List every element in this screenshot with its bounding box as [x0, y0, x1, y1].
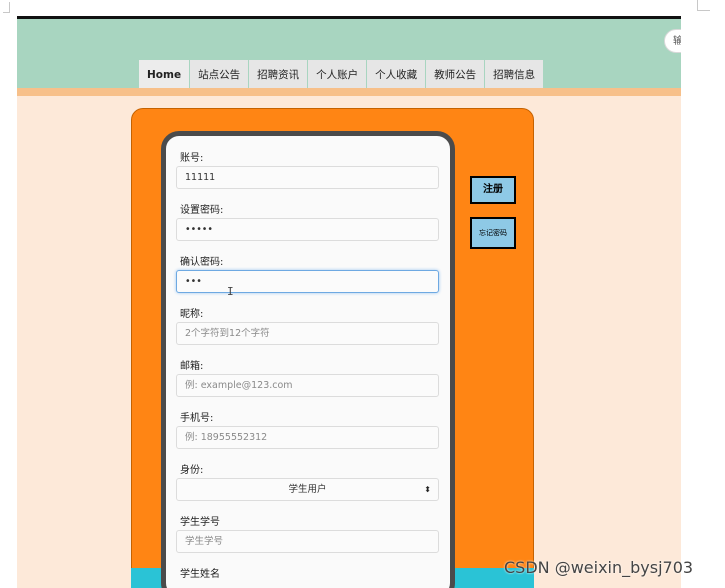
nav-teacher-announcements[interactable]: 教师公告	[426, 60, 485, 91]
student-id-label: 学生学号	[180, 517, 220, 528]
corner-mark	[3, 2, 10, 13]
search-input[interactable]: 输	[664, 29, 681, 53]
nav-personal-favorites[interactable]: 个人收藏	[367, 60, 426, 91]
confirm-password-input[interactable]: •••	[176, 270, 439, 293]
site-header: 输 Home 站点公告 招聘资讯 个人账户 个人收藏 教师公告 招聘信息	[17, 19, 681, 91]
nickname-label: 昵称:	[180, 309, 204, 320]
email-input[interactable]: 例: example@123.com	[176, 374, 439, 397]
student-id-input[interactable]: 学生学号	[176, 530, 439, 553]
role-label: 身份:	[180, 465, 204, 476]
page: 输 Home 站点公告 招聘资讯 个人账户 个人收藏 教师公告 招聘信息 账号:…	[17, 16, 681, 588]
text-cursor-icon: I	[227, 285, 234, 298]
header-strip	[17, 88, 681, 96]
nickname-input[interactable]: 2个字符到12个字符	[176, 322, 439, 345]
register-form: 账号: 11111 设置密码: ••••• 确认密码: ••• I 昵称: 2个…	[161, 131, 455, 588]
email-label: 邮箱:	[180, 361, 204, 372]
account-label: 账号:	[180, 153, 204, 164]
password-label: 设置密码:	[180, 205, 224, 216]
select-arrows-icon: ⬍	[424, 485, 431, 494]
account-input[interactable]: 11111	[176, 166, 439, 189]
role-select[interactable]: 学生用户 ⬍	[176, 478, 439, 501]
nav-recruitment-news[interactable]: 招聘资讯	[249, 60, 308, 91]
student-name-label: 学生姓名	[180, 569, 220, 580]
window-edge	[0, 0, 14, 588]
confirm-password-label: 确认密码:	[180, 257, 224, 268]
nav-site-announcements[interactable]: 站点公告	[190, 60, 249, 91]
nav-home[interactable]: Home	[139, 60, 190, 91]
watermark: CSDN @weixin_bysj703	[504, 558, 694, 577]
nav-personal-account[interactable]: 个人账户	[308, 60, 367, 91]
password-input[interactable]: •••••	[176, 218, 439, 241]
main-nav: Home 站点公告 招聘资讯 个人账户 个人收藏 教师公告 招聘信息	[139, 60, 544, 91]
role-select-value: 学生用户	[288, 484, 327, 495]
nav-job-listings[interactable]: 招聘信息	[485, 60, 544, 91]
phone-input[interactable]: 例: 18955552312	[176, 426, 439, 449]
corner-mark-right	[697, 0, 710, 11]
register-button[interactable]: 注册	[470, 176, 516, 204]
forgot-password-button[interactable]: 忘记密码	[470, 217, 516, 249]
phone-label: 手机号:	[180, 413, 214, 424]
